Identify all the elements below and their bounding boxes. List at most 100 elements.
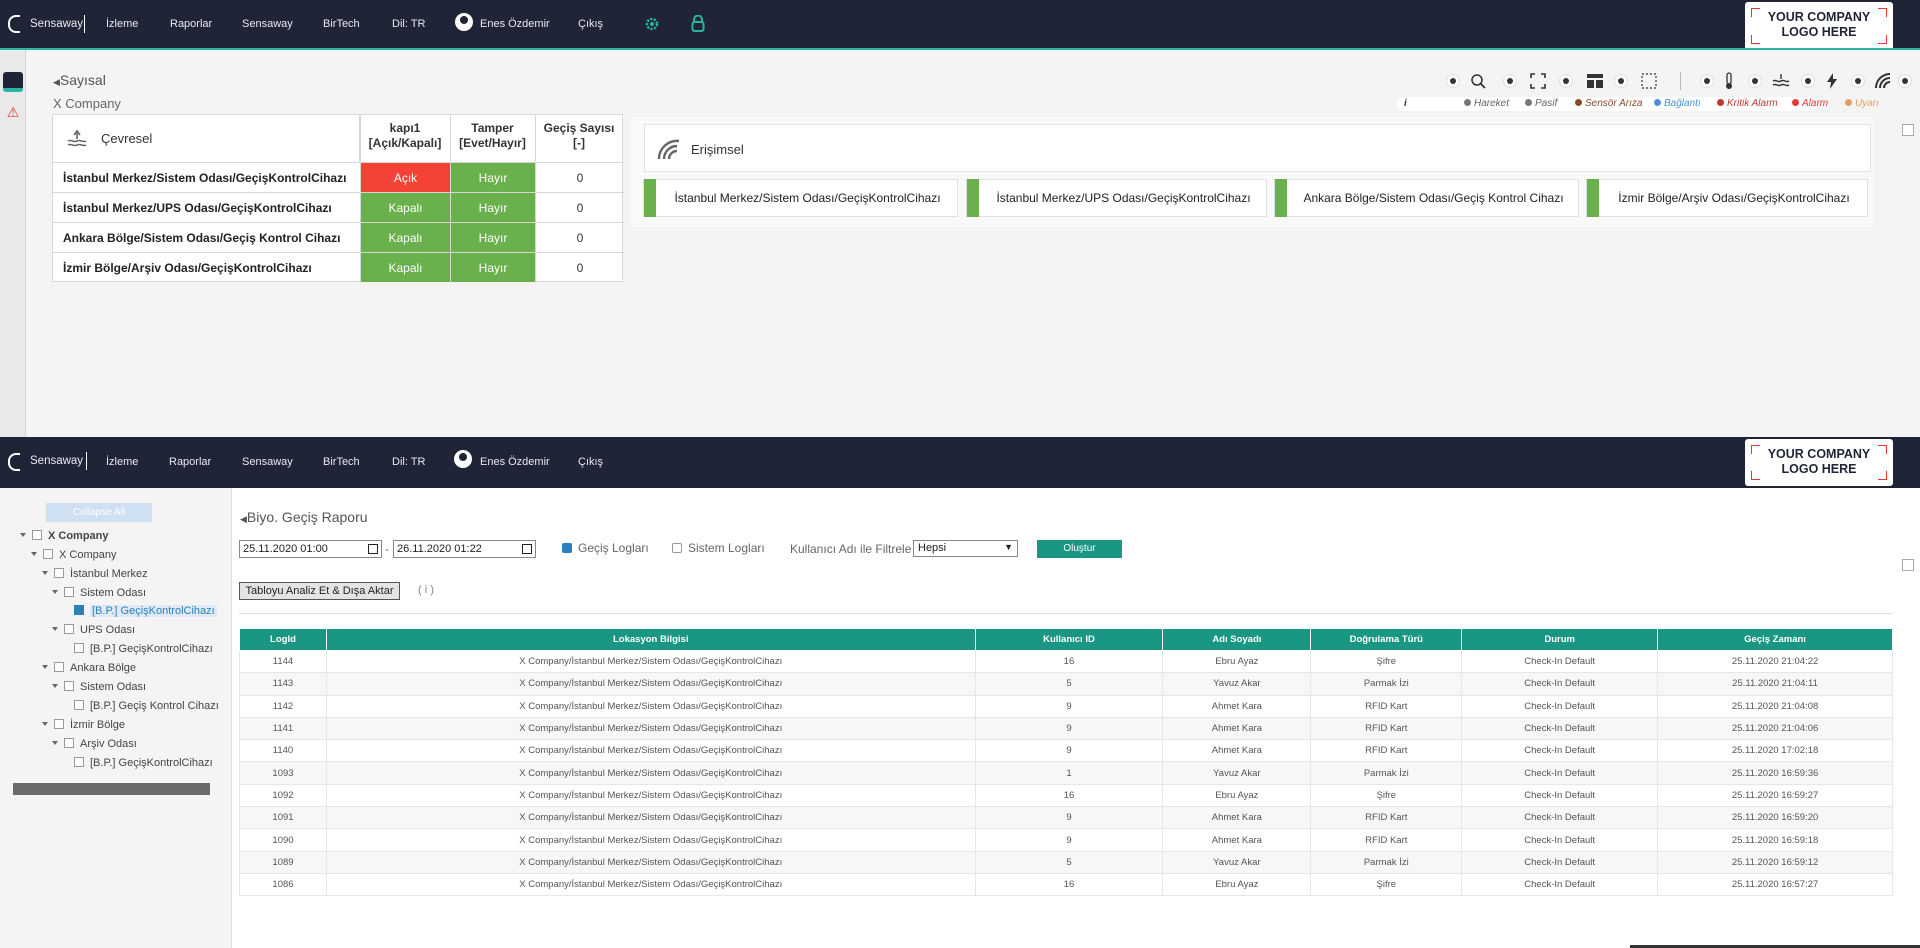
table-row[interactable]: 1086 X Company/İstanbul Merkez/Sistem Oda… (239, 872, 1893, 897)
nav-language[interactable]: Dil: TR (392, 456, 425, 468)
env-row-name[interactable]: İstanbul Merkez/UPS Odası/GeçişKontrolCi… (63, 201, 332, 215)
tree-node[interactable]: İstanbul Merkez (42, 568, 148, 580)
nav-logout[interactable]: Çıkış (578, 18, 603, 30)
tree-node-label[interactable]: Sistem Odası (80, 587, 146, 599)
calendar-icon[interactable] (522, 544, 532, 554)
energy-icon[interactable] (1826, 72, 1838, 90)
sensaway-logo-icon[interactable] (8, 453, 20, 471)
report-breadcrumb[interactable]: ◀Biyo. Geçiş Raporu (240, 509, 368, 525)
table-row[interactable]: 1089 X Company/İstanbul Merkez/Sistem Oda… (239, 850, 1893, 874)
nav-user[interactable]: Enes Özdemir (480, 18, 550, 30)
col-durum[interactable]: Durum (1461, 628, 1659, 651)
nav-sensaway[interactable]: Sensaway (242, 18, 293, 30)
gear-icon[interactable] (644, 16, 660, 32)
olustur-button[interactable]: Oluştur (1037, 540, 1122, 558)
tree-node[interactable]: Arşiv Odası (52, 738, 137, 750)
date-from-input[interactable]: 25.11.2020 01:00 (239, 540, 382, 558)
access-device-label[interactable]: İzmir Bölge/Arşiv Odası/GeçişKontrolCiha… (1618, 191, 1849, 205)
tree-node-label[interactable]: İzmir Bölge (70, 719, 125, 731)
user-filter-value[interactable]: Hepsi (918, 542, 946, 554)
col-kullanici-id[interactable]: Kullanıcı ID (974, 628, 1164, 651)
tree-node-label[interactable]: X Company (48, 530, 109, 542)
tree-node[interactable]: Sistem Odası (52, 681, 146, 693)
tree-node[interactable]: [B.P.] Geçiş Kontrol Cihazı (74, 700, 219, 712)
nav-user[interactable]: Enes Özdemir (480, 456, 550, 468)
table-row[interactable]: 1142 X Company/İstanbul Merkez/Sistem Oda… (239, 694, 1893, 718)
col-gecis-zamani[interactable]: Geçiş Zamanı (1657, 628, 1893, 651)
tree-node-label[interactable]: Arşiv Odası (80, 738, 137, 750)
access-device-label[interactable]: Ankara Bölge/Sistem Odası/Geçiş Kontrol … (1303, 191, 1563, 205)
tree-node[interactable]: İzmir Bölge (42, 719, 125, 731)
brand-name[interactable]: Sensaway (30, 18, 83, 30)
env-row[interactable]: Ankara Bölge/Sistem Odası/Geçiş Kontrol … (53, 223, 624, 253)
filter-dot-icon[interactable] (1851, 74, 1865, 88)
gecis-loglari-label[interactable]: Geçiş Logları (578, 541, 649, 555)
filter-dot-icon[interactable] (1748, 74, 1762, 88)
date-from-value[interactable]: 25.11.2020 01:00 (243, 543, 328, 555)
access-device-card[interactable]: İstanbul Merkez/UPS Odası/GeçişKontrolCi… (966, 179, 1267, 217)
tree-node-label[interactable]: [B.P.] Geçiş Kontrol Cihazı (90, 700, 219, 712)
env-row[interactable]: İstanbul Merkez/UPS Odası/GeçişKontrolCi… (53, 193, 624, 223)
thermometer-icon[interactable] (1723, 72, 1735, 90)
col-logid[interactable]: LogId (239, 628, 327, 651)
filter-dot-icon[interactable] (1446, 74, 1460, 88)
access-device-card[interactable]: Ankara Bölge/Sistem Odası/Geçiş Kontrol … (1274, 179, 1579, 217)
filter-dot-icon[interactable] (1503, 74, 1517, 88)
table-row[interactable]: 1091 X Company/İstanbul Merkez/Sistem Oda… (239, 806, 1893, 830)
tree-node[interactable]: [B.P.] GeçişKontrolCihazı (74, 605, 217, 617)
nav-logout[interactable]: Çıkış (578, 456, 603, 468)
table-row[interactable]: 1141 X Company/İstanbul Merkez/Sistem Oda… (239, 716, 1893, 741)
tree-node-label[interactable]: X Company (59, 549, 116, 561)
tree-node[interactable]: Sistem Odası (52, 587, 146, 599)
selection-icon[interactable] (1641, 73, 1657, 89)
env-row-name[interactable]: İstanbul Merkez/Sistem Odası/GeçişKontro… (63, 171, 346, 185)
fullscreen-icon[interactable] (1530, 73, 1546, 89)
tree-node-label[interactable]: İstanbul Merkez (70, 568, 148, 580)
signal-icon[interactable] (1874, 72, 1892, 90)
analyze-export-button[interactable]: Tabloyu Analiz Et & Dışa Aktar (239, 582, 400, 600)
tree-node-label[interactable]: UPS Odası (80, 624, 135, 636)
access-device-label[interactable]: İstanbul Merkez/Sistem Odası/GeçişKontro… (674, 191, 940, 205)
table-row[interactable]: 1090 X Company/İstanbul Merkez/Sistem Oda… (239, 828, 1893, 852)
table-row[interactable]: 1144 X Company/İstanbul Merkez/Sistem Oda… (239, 649, 1893, 674)
col-adi-soyadi[interactable]: Adı Soyadı (1162, 628, 1312, 651)
env-row[interactable]: İstanbul Merkez/Sistem Odası/GeçişKontro… (53, 163, 624, 193)
tree-node-label[interactable]: [B.P.] GeçişKontrolCihazı (90, 605, 217, 617)
rail-screen-icon[interactable] (3, 72, 23, 92)
layout-icon[interactable] (1586, 73, 1604, 89)
legend-info-icon[interactable]: i (1404, 98, 1407, 109)
chevron-down-icon[interactable]: ▼ (1004, 542, 1013, 552)
nav-raporlar[interactable]: Raporlar (170, 18, 212, 30)
lock-icon[interactable] (691, 15, 705, 32)
col-dogrulama[interactable]: Doğrulama Türü (1310, 628, 1463, 651)
sistem-loglari-label[interactable]: Sistem Logları (688, 541, 765, 555)
user-filter-select[interactable]: Hepsi ▼ (913, 540, 1018, 557)
access-device-card[interactable]: İzmir Bölge/Arşiv Odası/GeçişKontrolCiha… (1586, 179, 1868, 217)
filter-dot-icon[interactable] (1614, 74, 1628, 88)
zoom-icon[interactable] (1470, 73, 1486, 89)
report-title[interactable]: Biyo. Geçiş Raporu (247, 509, 368, 525)
env-row-name[interactable]: İzmir Bölge/Arşiv Odası/GeçişKontrolCiha… (63, 261, 312, 275)
breadcrumb-label[interactable]: Sayısal (60, 72, 106, 88)
tree-node[interactable]: X Company (20, 530, 109, 542)
side-checkbox[interactable] (1902, 559, 1914, 571)
info-icon[interactable]: ( i ) (418, 584, 434, 596)
nav-birtech[interactable]: BirTech (323, 18, 360, 30)
collapse-all-button[interactable]: Collapse All (46, 503, 152, 522)
nav-birtech[interactable]: BirTech (323, 456, 360, 468)
side-checkbox[interactable] (1902, 124, 1914, 136)
rail-alarm-icon[interactable]: ⚠ (3, 104, 23, 120)
calendar-icon[interactable] (368, 544, 378, 554)
gecis-loglari-checkbox[interactable]: Geçiş Logları (562, 541, 649, 555)
tree-scrollbar[interactable] (13, 783, 210, 795)
filter-dot-icon[interactable] (1898, 74, 1912, 88)
nav-language[interactable]: Dil: TR (392, 18, 425, 30)
tree-node-label[interactable]: Ankara Bölge (70, 662, 136, 674)
access-device-label[interactable]: İstanbul Merkez/UPS Odası/GeçişKontrolCi… (996, 191, 1250, 205)
col-lokasyon[interactable]: Lokasyon Bilgisi (325, 628, 976, 651)
sensaway-logo-icon[interactable] (8, 15, 20, 33)
table-row[interactable]: 1143 X Company/İstanbul Merkez/Sistem Oda… (239, 672, 1893, 696)
breadcrumb[interactable]: ◀Sayısal (53, 72, 106, 88)
date-to-input[interactable]: 26.11.2020 01:22 (393, 540, 536, 558)
tree-node-label[interactable]: [B.P.] GeçişKontrolCihazı (90, 757, 213, 769)
